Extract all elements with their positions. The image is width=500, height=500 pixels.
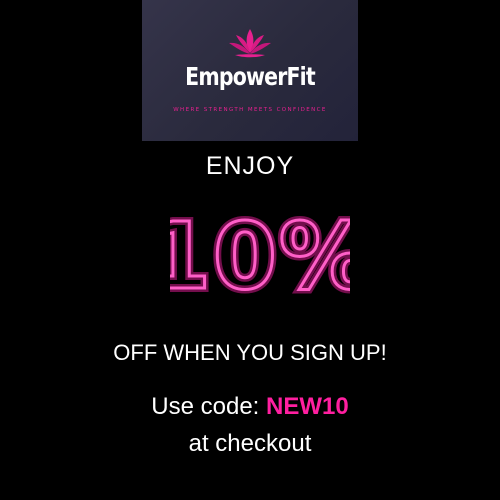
lotus-icon	[229, 29, 271, 58]
offer-description: OFF WHEN YOU SIGN UP!	[113, 340, 387, 365]
code-line: Use code: NEW10	[0, 393, 500, 421]
promo-code: NEW10	[266, 393, 349, 420]
brand-name: EmpowerFit	[185, 62, 316, 91]
discount-neon: 10% 10%	[170, 206, 350, 298]
brand-logo: EmpowerFit WHERE STRENGTH MEETS CONFIDEN…	[142, 0, 358, 141]
promo-card: EmpowerFit WHERE STRENGTH MEETS CONFIDEN…	[0, 0, 500, 500]
checkout-text: at checkout	[188, 430, 312, 457]
discount-value: 10%	[170, 206, 350, 298]
code-prefix: Use code:	[151, 393, 260, 420]
brand-tagline: WHERE STRENGTH MEETS CONFIDENCE	[173, 107, 327, 113]
enjoy-heading: ENJOY	[205, 152, 295, 180]
